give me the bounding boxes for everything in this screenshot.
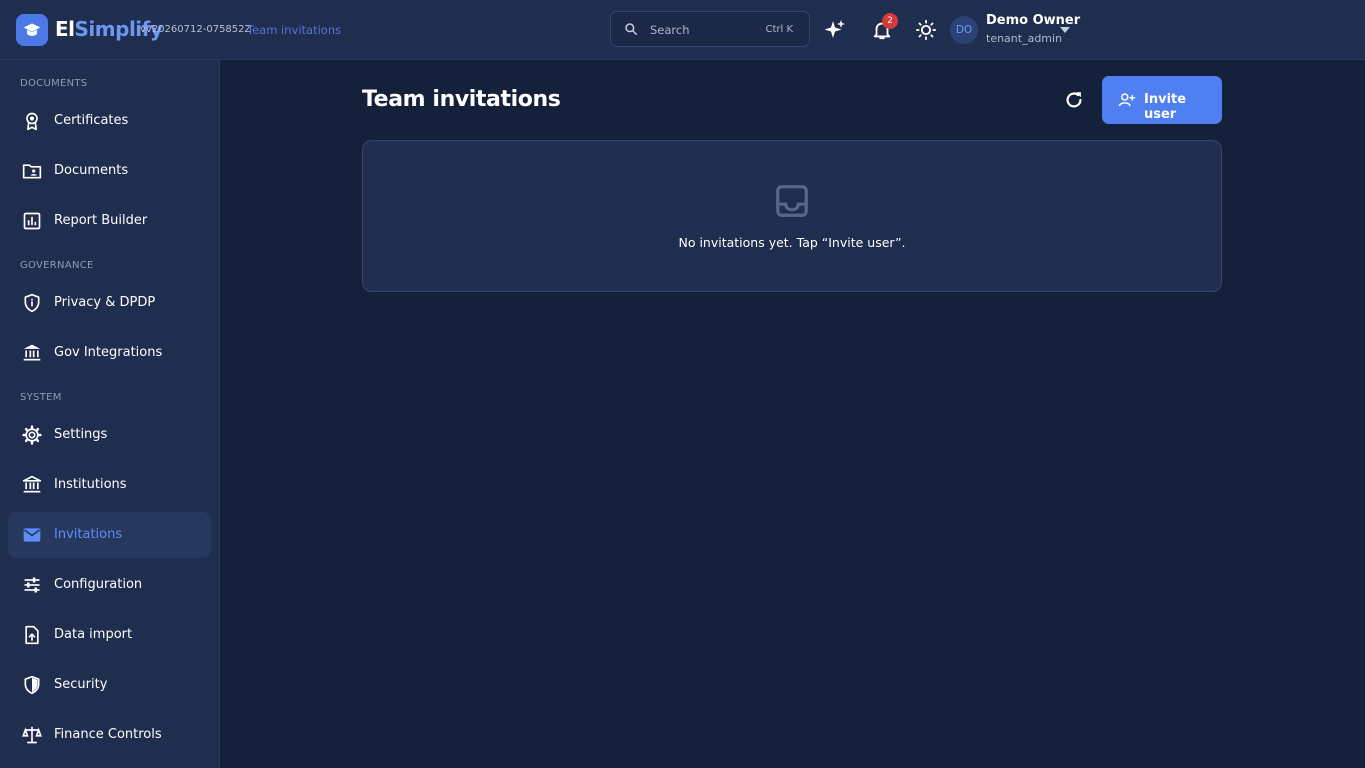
- brand-name-part1: El: [55, 17, 75, 41]
- institution-icon: [20, 473, 44, 497]
- sidebar-item-security[interactable]: Security: [8, 662, 211, 708]
- sidebar-item-documents[interactable]: Documents: [8, 148, 211, 194]
- sidebar-item-invitations[interactable]: Invitations: [8, 512, 211, 558]
- sidebar-item-label: Settings: [54, 427, 108, 442]
- top-bar: ElSimplify vv20260712-075852Z Team invit…: [0, 0, 1365, 60]
- sliders-icon: [20, 573, 44, 597]
- refresh-button[interactable]: [1060, 86, 1088, 114]
- search-icon: [625, 23, 638, 36]
- scale-icon: [20, 723, 44, 747]
- page-title: Team invitations: [362, 87, 561, 112]
- user-role: tenant_admin: [986, 32, 1063, 45]
- notification-badge: 2: [882, 13, 898, 29]
- sidebar: DOCUMENTS Certificates Documents Report …: [0, 60, 220, 768]
- sidebar-item-data-import[interactable]: Data import: [8, 612, 211, 658]
- sidebar-item-privacy[interactable]: Privacy & DPDP: [8, 280, 211, 326]
- user-name[interactable]: Demo Owner: [986, 13, 1080, 28]
- breadcrumb[interactable]: Team invitations: [247, 23, 341, 37]
- sidebar-item-label: Report Builder: [54, 213, 148, 228]
- sidebar-section-documents: DOCUMENTS: [20, 78, 88, 89]
- sidebar-item-label: Invitations: [54, 527, 123, 542]
- award-icon: [20, 109, 44, 133]
- sidebar-item-finance-controls[interactable]: Finance Controls: [8, 712, 211, 758]
- person-add-icon: [1118, 93, 1136, 107]
- sidebar-item-label: Gov Integrations: [54, 345, 163, 360]
- theme-toggle-button[interactable]: [911, 15, 941, 45]
- sidebar-item-gov-integrations[interactable]: Gov Integrations: [8, 330, 211, 376]
- version-label: vv20260712-075852Z: [140, 24, 252, 35]
- sidebar-item-certificates[interactable]: Certificates: [8, 98, 211, 144]
- sidebar-item-institutions[interactable]: Institutions: [8, 462, 211, 508]
- search-placeholder: Search: [650, 23, 690, 37]
- sidebar-item-settings[interactable]: Settings: [8, 412, 211, 458]
- sidebar-item-label: Security: [54, 677, 108, 692]
- graduation-cap-icon: [23, 23, 41, 36]
- search-input[interactable]: Search Ctrl K: [610, 11, 810, 47]
- sidebar-item-label: Data import: [54, 627, 133, 642]
- sidebar-item-report-builder[interactable]: Report Builder: [8, 198, 211, 244]
- avatar[interactable]: DO: [950, 16, 978, 44]
- chevron-down-icon[interactable]: [1060, 27, 1070, 33]
- sidebar-item-configuration[interactable]: Configuration: [8, 562, 211, 608]
- sidebar-item-label: Documents: [54, 163, 129, 178]
- search-shortcut: Ctrl K: [765, 24, 793, 35]
- sidebar-item-label: Finance Controls: [54, 727, 162, 742]
- inbox-icon: [776, 185, 808, 217]
- bank-icon: [20, 341, 44, 365]
- folder-user-icon: [20, 159, 44, 183]
- sidebar-item-label: Configuration: [54, 577, 143, 592]
- mail-icon: [20, 523, 44, 547]
- shield-info-icon: [20, 291, 44, 315]
- sidebar-item-label: Certificates: [54, 113, 129, 128]
- empty-state-message: No invitations yet. Tap “Invite user”.: [678, 235, 906, 250]
- bar-chart-icon: [20, 209, 44, 233]
- invite-user-label: Invite user: [1144, 92, 1187, 122]
- shield-icon: [20, 673, 44, 697]
- refresh-icon: [1066, 92, 1082, 108]
- file-upload-icon: [20, 623, 44, 647]
- sidebar-item-label: Privacy & DPDP: [54, 295, 156, 310]
- sparkles-icon: [824, 20, 845, 38]
- sun-icon: [915, 19, 937, 41]
- gear-icon: [20, 423, 44, 447]
- invite-user-button[interactable]: Invite user: [1102, 76, 1222, 124]
- sidebar-section-governance: GOVERNANCE: [20, 260, 94, 271]
- invitations-empty-state: No invitations yet. Tap “Invite user”.: [362, 140, 1222, 292]
- app-logo[interactable]: [16, 14, 48, 46]
- sidebar-item-label: Institutions: [54, 477, 127, 492]
- sidebar-section-system: SYSTEM: [20, 392, 62, 403]
- ai-assistant-button[interactable]: [820, 15, 850, 45]
